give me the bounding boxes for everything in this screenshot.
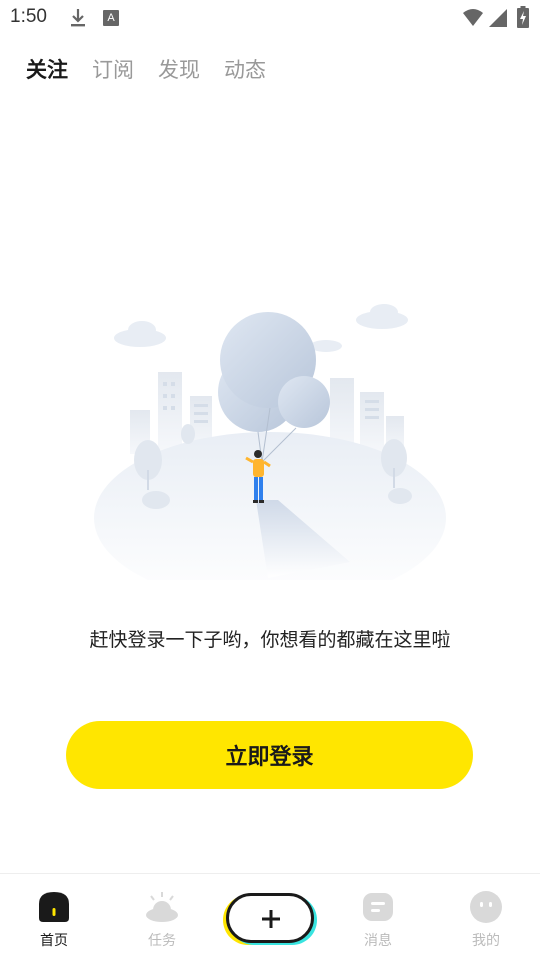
create-post-button[interactable] bbox=[226, 893, 314, 943]
login-button[interactable]: 立即登录 bbox=[66, 721, 473, 789]
nav-label-tasks: 任务 bbox=[148, 933, 176, 949]
empty-state-illustration bbox=[94, 304, 446, 580]
nav-item-tasks[interactable]: 任务 bbox=[122, 890, 202, 950]
nav-label-home: 首页 bbox=[40, 933, 68, 949]
notification-app-icon: A bbox=[103, 10, 119, 26]
tab-subscriptions[interactable]: 订阅 bbox=[92, 56, 134, 84]
bottom-navigation: 首页 任务 消息 我的 bbox=[0, 873, 540, 960]
message-icon bbox=[363, 893, 393, 921]
home-icon bbox=[39, 892, 69, 922]
empty-state-message: 赶快登录一下子哟，你想看的都藏在这里啦 bbox=[89, 629, 451, 651]
nav-label-profile: 我的 bbox=[472, 933, 500, 949]
nav-item-profile[interactable]: 我的 bbox=[446, 890, 526, 950]
nav-item-messages[interactable]: 消息 bbox=[338, 890, 418, 950]
tab-following[interactable]: 关注 bbox=[26, 56, 68, 84]
nav-item-home[interactable]: 首页 bbox=[14, 890, 94, 950]
signal-icon bbox=[489, 9, 507, 27]
tab-activity[interactable]: 动态 bbox=[224, 56, 266, 84]
top-tab-bar: 关注 订阅 发现 动态 bbox=[26, 56, 266, 84]
status-bar: 1:50 A bbox=[0, 0, 540, 36]
balloon-icon bbox=[218, 312, 330, 432]
nav-label-messages: 消息 bbox=[364, 933, 392, 949]
wifi-icon bbox=[463, 9, 483, 26]
plus-icon bbox=[262, 910, 280, 928]
battery-charging-icon bbox=[517, 6, 529, 28]
tab-discover[interactable]: 发现 bbox=[158, 56, 200, 84]
profile-icon bbox=[470, 891, 502, 923]
download-icon bbox=[71, 9, 85, 27]
tasks-icon bbox=[146, 892, 178, 922]
status-time: 1:50 bbox=[10, 6, 47, 27]
